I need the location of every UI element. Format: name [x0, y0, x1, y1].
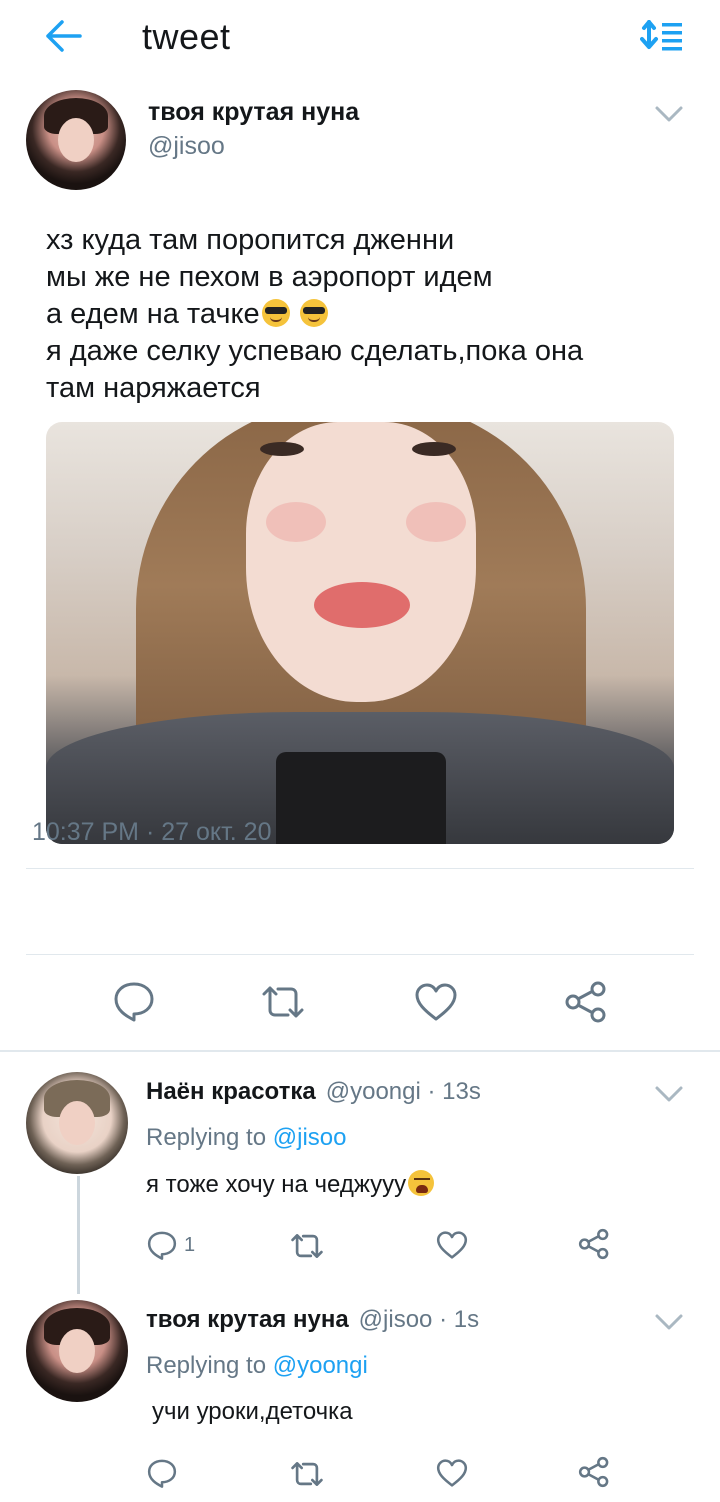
- chevron-down-icon[interactable]: [654, 104, 684, 124]
- tweet-line: там наряжается: [46, 372, 261, 404]
- author-name[interactable]: Наён красотка: [146, 1078, 316, 1105]
- tweet-line-emoji: а едем на тачке: [46, 296, 686, 333]
- share-icon[interactable]: [564, 980, 608, 1024]
- tweet-line: я даже селку успеваю сделать,пока она: [46, 335, 584, 367]
- like-icon[interactable]: [436, 1230, 468, 1260]
- reply-text-row: я тоже хочу на чеджууу: [146, 1170, 435, 1199]
- sunglasses-emoji-icon: [299, 299, 328, 327]
- chevron-down-icon[interactable]: [654, 1312, 684, 1332]
- author-name[interactable]: твоя крутая нуна: [148, 98, 359, 127]
- author-handle-time: @yoongi · 13s: [325, 1078, 481, 1105]
- divider: [26, 868, 694, 869]
- retweet-icon[interactable]: [288, 1460, 326, 1488]
- avatar[interactable]: [26, 1072, 128, 1174]
- mention-link[interactable]: @yoongi: [273, 1352, 368, 1379]
- reply-icon[interactable]: [112, 980, 156, 1022]
- tweet-photo[interactable]: [46, 422, 674, 844]
- tired-face-emoji-icon: [408, 1170, 435, 1196]
- reply-text: учи уроки,деточка: [152, 1398, 353, 1425]
- share-icon[interactable]: [578, 1228, 610, 1260]
- tweet-line: мы же не пехом в аэропорт идем: [46, 261, 493, 293]
- top-bar: tweet: [0, 0, 720, 80]
- like-icon[interactable]: [414, 982, 458, 1022]
- divider: [0, 1050, 720, 1052]
- reply-text: я тоже хочу на чеджууу: [146, 1171, 407, 1198]
- like-icon[interactable]: [436, 1458, 468, 1488]
- reply-icon[interactable]: 1: [146, 1230, 195, 1260]
- reply-icon[interactable]: [146, 1458, 178, 1488]
- avatar[interactable]: [26, 1300, 128, 1402]
- reply-text-row: учи уроки,деточка: [152, 1398, 353, 1426]
- reply-count: 1: [184, 1233, 196, 1256]
- author-handle[interactable]: @jisoo: [148, 132, 225, 161]
- reply-actions: [0, 1454, 720, 1502]
- replying-label: Replying to: [146, 1124, 267, 1151]
- divider: [26, 954, 694, 955]
- sunglasses-emoji-icon: [261, 299, 290, 327]
- author-handle-time: @jisoo · 1s: [358, 1306, 480, 1333]
- tweet-text: хз куда там поропится дженни мы же не пе…: [46, 222, 686, 407]
- chevron-down-icon[interactable]: [654, 1084, 684, 1104]
- replying-to: Replying to @yoongi: [146, 1352, 368, 1380]
- tweet-line: а едем на тачке: [46, 298, 260, 330]
- avatar[interactable]: [26, 90, 126, 190]
- reply-header: твоя крутая нуна @jisoo · 1s: [146, 1306, 479, 1334]
- arrow-left-icon[interactable]: [44, 18, 84, 54]
- retweet-icon[interactable]: [288, 1232, 326, 1260]
- retweet-icon[interactable]: [258, 984, 308, 1020]
- tweet-actions: [0, 976, 720, 1026]
- replying-to: Replying to @jisoo: [146, 1124, 346, 1152]
- reply-actions: 1: [0, 1226, 720, 1276]
- author-name[interactable]: твоя крутая нуна: [146, 1306, 349, 1333]
- tweet-timestamp: 10:37 PM · 27 окт. 20: [32, 818, 272, 846]
- replying-label: Replying to: [146, 1352, 267, 1379]
- mention-link[interactable]: @jisoo: [273, 1124, 347, 1151]
- page-title: tweet: [142, 16, 231, 57]
- reply-header: Наён красотка @yoongi · 13s: [146, 1078, 481, 1106]
- tweet-line: хз куда там поропится дженни: [46, 224, 455, 256]
- sort-order-icon[interactable]: [640, 20, 686, 52]
- share-icon[interactable]: [578, 1456, 610, 1488]
